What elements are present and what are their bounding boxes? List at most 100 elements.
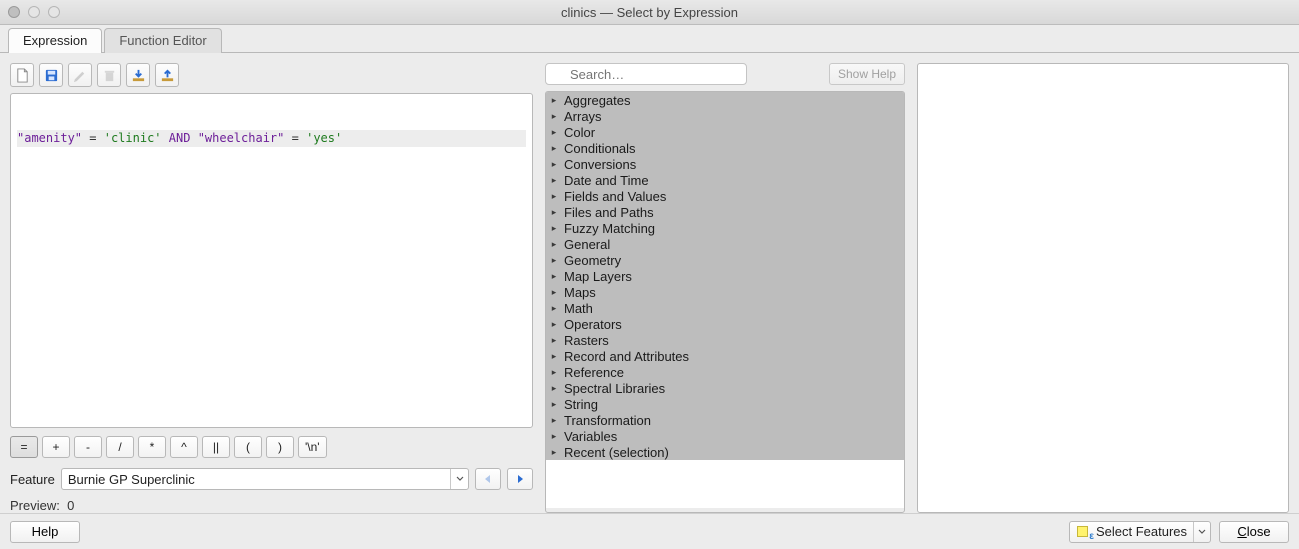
expression-input[interactable]: "amenity" = 'clinic' AND "wheelchair" = …	[10, 93, 533, 428]
prev-feature-button[interactable]	[475, 468, 501, 490]
tree-item-label: Reference	[564, 365, 624, 380]
content-area: "amenity" = 'clinic' AND "wheelchair" = …	[0, 53, 1299, 513]
token-keyword: AND	[169, 131, 191, 145]
next-feature-button[interactable]	[507, 468, 533, 490]
expand-triangle-icon: ▸	[550, 431, 558, 442]
chevron-right-icon	[515, 474, 525, 484]
tree-item[interactable]: ▸Date and Time	[546, 172, 904, 188]
tree-item-label: Arrays	[564, 109, 602, 124]
preview-row: Preview: 0	[10, 498, 533, 513]
token-string: 'yes'	[306, 131, 342, 145]
tree-item-label: Maps	[564, 285, 596, 300]
tree-item-label: Recent (selection)	[564, 445, 669, 460]
expand-triangle-icon: ▸	[550, 175, 558, 186]
expand-triangle-icon: ▸	[550, 239, 558, 250]
op-lparen[interactable]: (	[234, 436, 262, 458]
op-equals[interactable]: =	[10, 436, 38, 458]
function-tree[interactable]: ▸Aggregates▸Arrays▸Color▸Conditionals▸Co…	[545, 91, 905, 513]
search-row: Show Help	[545, 63, 905, 85]
tree-item[interactable]: ▸ Arrays	[546, 108, 904, 124]
expand-triangle-icon: ▸	[550, 367, 558, 378]
expression-column: "amenity" = 'clinic' AND "wheelchair" = …	[10, 63, 533, 513]
op-concat[interactable]: ||	[202, 436, 230, 458]
feature-value: Burnie GP Superclinic	[68, 472, 450, 487]
tree-item[interactable]: ▸ Map Layers	[546, 268, 904, 284]
expand-triangle-icon: ▸	[550, 223, 558, 234]
expand-triangle-icon: ▸	[550, 351, 558, 362]
tab-expression[interactable]: Expression	[8, 28, 102, 53]
search-wrap	[545, 63, 823, 85]
op-div[interactable]: /	[106, 436, 134, 458]
tree-item[interactable]: ▸Recent (selection)	[546, 444, 904, 460]
tree-item-label: Transformation	[564, 413, 651, 428]
expand-triangle-icon: ▸	[550, 287, 558, 298]
tree-item[interactable]: ▸Operators	[546, 316, 904, 332]
tree-item-label: Conversions	[564, 157, 636, 172]
new-file-icon	[15, 68, 30, 83]
save-expression-button[interactable]	[39, 63, 63, 87]
tree-item-label: Math	[564, 301, 593, 316]
op-plus[interactable]: +	[42, 436, 70, 458]
tree-item[interactable]: ▸ Conditionals	[546, 140, 904, 156]
expand-triangle-icon: ▸	[550, 271, 558, 282]
tab-label: Expression	[23, 33, 87, 48]
save-icon	[44, 68, 59, 83]
tree-item[interactable]: ▸Variables	[546, 428, 904, 444]
help-button[interactable]: Help	[10, 521, 80, 543]
delete-icon	[102, 68, 117, 83]
import-icon	[131, 68, 146, 83]
select-features-label: Select Features	[1096, 524, 1187, 539]
chevron-down-icon[interactable]	[1194, 528, 1210, 536]
tree-item[interactable]: ▸Files and Paths	[546, 204, 904, 220]
tree-item-label: General	[564, 237, 610, 252]
expand-triangle-icon: ▸	[550, 383, 558, 394]
tree-item-label: Spectral Libraries	[564, 381, 665, 396]
expand-triangle-icon: ▸	[550, 127, 558, 138]
op-rparen[interactable]: )	[266, 436, 294, 458]
tab-function-editor[interactable]: Function Editor	[104, 28, 221, 53]
expand-triangle-icon: ▸	[550, 143, 558, 154]
tree-item[interactable]: ▸Math	[546, 300, 904, 316]
tree-item-label: Operators	[564, 317, 622, 332]
tree-item[interactable]: ▸ General	[546, 236, 904, 252]
close-button[interactable]: Close	[1219, 521, 1289, 543]
op-pow[interactable]: ^	[170, 436, 198, 458]
export-expression-button[interactable]	[155, 63, 179, 87]
tree-item-label: Aggregates	[564, 93, 631, 108]
tree-item[interactable]: ▸Transformation	[546, 412, 904, 428]
expression-toolbar	[10, 63, 533, 87]
tree-item[interactable]: ▸Rasters	[546, 332, 904, 348]
feature-combo[interactable]: Burnie GP Superclinic	[61, 468, 469, 490]
tree-item[interactable]: ▸Aggregates	[546, 92, 904, 108]
new-expression-button[interactable]	[10, 63, 34, 87]
search-input[interactable]	[545, 63, 747, 85]
expand-triangle-icon: ▸	[550, 207, 558, 218]
tree-item[interactable]: ▸Fuzzy Matching	[546, 220, 904, 236]
op-newline[interactable]: '\n'	[298, 436, 327, 458]
window-title: clinics — Select by Expression	[0, 5, 1299, 20]
tree-item[interactable]: ▸String	[546, 396, 904, 412]
tree-item-label: Conditionals	[564, 141, 636, 156]
tree-item[interactable]: ▸ Reference	[546, 364, 904, 380]
expand-triangle-icon: ▸	[550, 191, 558, 202]
tree-item[interactable]: ▸ Maps	[546, 284, 904, 300]
expand-triangle-icon: ▸	[550, 111, 558, 122]
feature-label: Feature	[10, 472, 55, 487]
op-mult[interactable]: *	[138, 436, 166, 458]
tree-item[interactable]: ▸Geometry	[546, 252, 904, 268]
preview-label: Preview:	[10, 498, 60, 513]
tree-item[interactable]: ▸ Fields and Values	[546, 188, 904, 204]
tree-item[interactable]: ▸Record and Attributes	[546, 348, 904, 364]
tree-item[interactable]: ▸Conversions	[546, 156, 904, 172]
show-help-button[interactable]: Show Help	[829, 63, 905, 85]
op-minus[interactable]: -	[74, 436, 102, 458]
import-expression-button[interactable]	[126, 63, 150, 87]
tree-item-label: Rasters	[564, 333, 609, 348]
select-features-button[interactable]: ε Select Features	[1069, 521, 1211, 543]
tree-item-label: Fields and Values	[564, 189, 666, 204]
tree-item[interactable]: ▸ Spectral Libraries	[546, 380, 904, 396]
tree-item[interactable]: ▸Color	[546, 124, 904, 140]
tree-item-label: Map Layers	[564, 269, 632, 284]
chevron-left-icon	[483, 474, 493, 484]
select-features-icon: ε	[1076, 524, 1092, 540]
